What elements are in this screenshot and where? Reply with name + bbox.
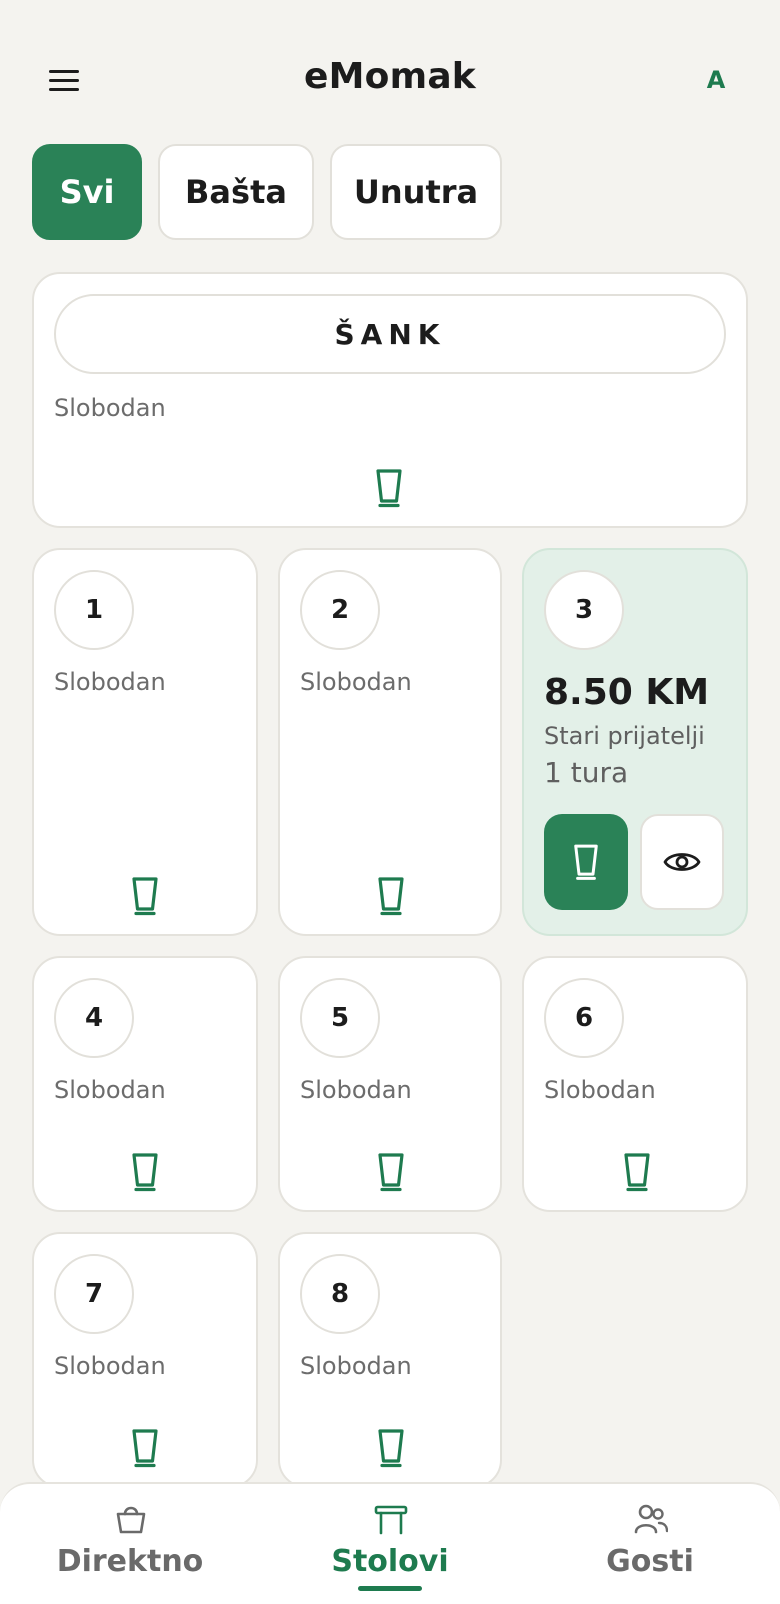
table-status: Slobodan [300,668,412,696]
table-icon [374,1502,408,1536]
glass-icon[interactable] [376,1428,406,1468]
table-status: Slobodan [54,1352,166,1380]
table-card-1[interactable]: 1 Slobodan [32,548,258,936]
bar-status: Slobodan [54,394,166,422]
table-status: Slobodan [54,1076,166,1104]
nav-label: Stolovi [331,1544,449,1579]
filter-chip-svi[interactable]: Svi [32,144,142,240]
glass-icon[interactable] [622,1152,652,1192]
app-root: eMomak A Svi Bašta Unutra ŠANK Slobodan … [0,0,780,1604]
active-indicator [358,1586,422,1591]
app-title: eMomak [304,56,476,97]
glass-icon[interactable] [130,1428,160,1468]
bar-name-button[interactable]: ŠANK [54,294,726,374]
glass-icon[interactable] [130,876,160,916]
table-status: Slobodan [544,1076,656,1104]
nav-item-gosti[interactable]: Gosti [550,1484,750,1604]
nav-item-stolovi[interactable]: Stolovi [290,1484,490,1604]
table-number: 6 [544,978,624,1058]
table-number: 8 [300,1254,380,1334]
table-number: 1 [54,570,134,650]
table-card-7[interactable]: 7 Slobodan [32,1232,258,1488]
table-card-6[interactable]: 6 Slobodan [522,956,748,1212]
eye-icon [663,853,701,871]
table-card-3[interactable]: 3 8.50 KM Stari prijatelji 1 tura [522,548,748,936]
bottom-nav: Direktno Stolovi Gosti [0,1482,780,1604]
glass-icon [574,844,598,880]
table-rounds: 1 tura [544,756,629,789]
table-amount: 8.50 KM [544,672,710,713]
table-number: 3 [544,570,624,650]
bar-card[interactable]: ŠANK Slobodan [32,272,748,528]
glass-icon[interactable] [374,468,404,508]
add-order-button[interactable] [544,814,628,910]
glass-icon[interactable] [376,1152,406,1192]
table-status: Slobodan [300,1076,412,1104]
nav-item-direktno[interactable]: Direktno [30,1484,230,1604]
view-order-button[interactable] [640,814,724,910]
filter-chip-unutra[interactable]: Unutra [330,144,502,240]
table-card-2[interactable]: 2 Slobodan [278,548,502,936]
table-number: 2 [300,570,380,650]
table-card-5[interactable]: 5 Slobodan [278,956,502,1212]
table-guest-name: Stari prijatelji [544,722,705,750]
basket-icon [114,1502,148,1536]
filter-chip-basta[interactable]: Bašta [158,144,314,240]
nav-label: Direktno [56,1544,204,1579]
table-number: 4 [54,978,134,1058]
user-avatar-button[interactable]: A [692,62,740,98]
table-status: Slobodan [54,668,166,696]
glass-icon[interactable] [376,876,406,916]
table-card-4[interactable]: 4 Slobodan [32,956,258,1212]
guests-icon [634,1502,668,1536]
table-status: Slobodan [300,1352,412,1380]
nav-label: Gosti [606,1544,694,1579]
header: eMomak A [0,0,780,160]
glass-icon[interactable] [130,1152,160,1192]
table-number: 7 [54,1254,134,1334]
table-number: 5 [300,978,380,1058]
table-card-8[interactable]: 8 Slobodan [278,1232,502,1488]
